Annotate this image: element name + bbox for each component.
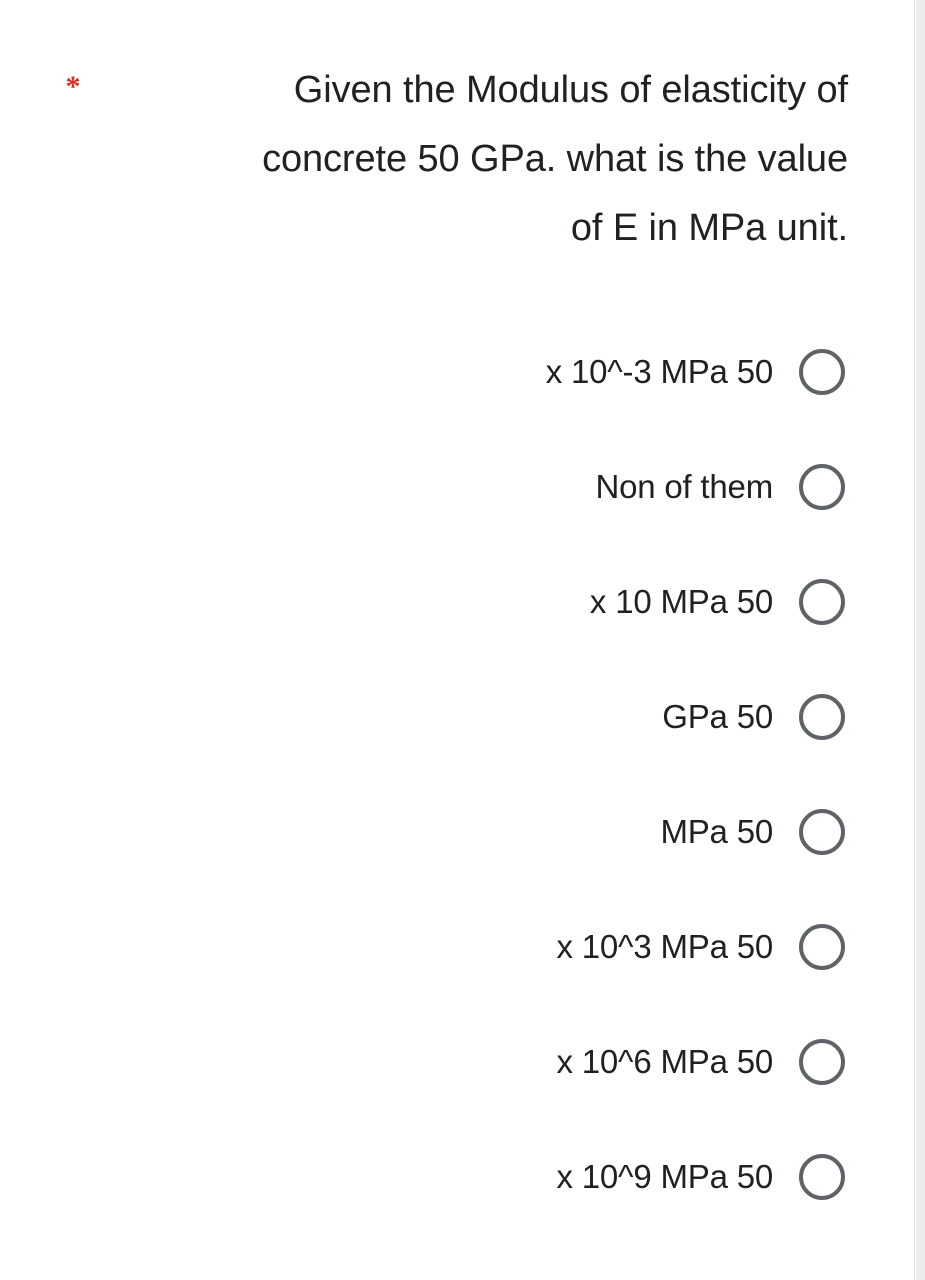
option-label: Non of them — [595, 468, 773, 505]
option-row[interactable]: 50 MPa — [0, 809, 914, 924]
option-row[interactable]: 50 GPa — [0, 694, 914, 809]
option-row[interactable]: Non of them — [0, 464, 914, 579]
question-card: * Given the Modulus of elasticity of con… — [0, 0, 915, 1280]
radio-unchecked-icon[interactable] — [799, 579, 845, 625]
option-label: 50 x 10^3 MPa — [556, 928, 773, 965]
radio-unchecked-icon[interactable] — [799, 464, 845, 510]
question-block: * Given the Modulus of elasticity of con… — [0, 56, 914, 286]
option-row[interactable]: 50 x 10^9 MPa — [0, 1154, 914, 1269]
option-label: 50 x 10^6 MPa — [556, 1043, 773, 1080]
radio-unchecked-icon[interactable] — [799, 694, 845, 740]
option-label: 50 x 10^-3 MPa — [545, 353, 774, 390]
page-gutter — [916, 0, 925, 1280]
option-row[interactable]: 50 x 10^6 MPa — [0, 1039, 914, 1154]
radio-unchecked-icon[interactable] — [799, 1154, 845, 1200]
option-row[interactable]: 50 x 10 MPa — [0, 579, 914, 694]
question-text: Given the Modulus of elasticity of concr… — [262, 69, 848, 249]
option-label: 50 x 10 MPa — [589, 583, 773, 620]
radio-unchecked-icon[interactable] — [799, 809, 845, 855]
options-list: 50 x 10^-3 MPa Non of them 50 x 10 MPa 5… — [0, 349, 914, 1269]
option-row[interactable]: 50 x 10^-3 MPa — [0, 349, 914, 464]
required-asterisk-icon: * — [65, 70, 81, 103]
option-label: 50 x 10^9 MPa — [556, 1158, 773, 1195]
radio-unchecked-icon[interactable] — [799, 1039, 845, 1085]
option-label: 50 MPa — [660, 813, 773, 850]
option-label: 50 GPa — [662, 698, 773, 735]
option-row[interactable]: 50 x 10^3 MPa — [0, 924, 914, 1039]
radio-unchecked-icon[interactable] — [799, 349, 845, 395]
radio-unchecked-icon[interactable] — [799, 924, 845, 970]
